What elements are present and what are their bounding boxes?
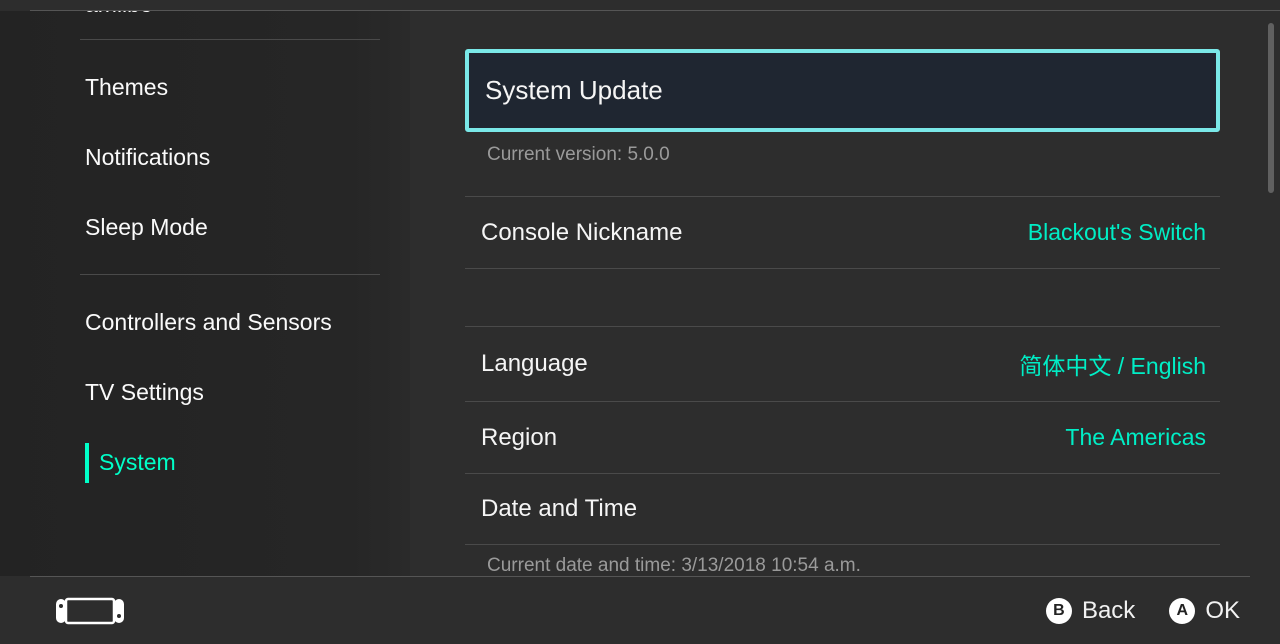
sidebar-item-sleep-mode[interactable]: Sleep Mode — [85, 192, 380, 262]
sidebar-item-label: Themes — [85, 74, 168, 101]
b-button-icon: B — [1046, 598, 1072, 624]
row-value: 简体中文 / English — [1019, 347, 1206, 381]
sidebar-item-label: System — [85, 449, 176, 476]
footer-hints: B Back A OK — [1046, 597, 1240, 625]
sidebar-item-label: Notifications — [85, 144, 210, 171]
settings-sidebar: amiibo Themes Notifications Sleep Mode C… — [0, 11, 410, 576]
row-label: Language — [481, 350, 588, 378]
footer-bar: B Back A OK — [30, 576, 1250, 644]
row-language[interactable]: Language 简体中文 / English — [465, 326, 1220, 401]
settings-content: System Update Current version: 5.0.0 Con… — [410, 11, 1280, 576]
back-label: Back — [1082, 597, 1135, 625]
row-value: The Americas — [1065, 424, 1206, 451]
sidebar-item-notifications[interactable]: Notifications — [85, 122, 380, 192]
system-update-button[interactable]: System Update — [465, 49, 1220, 132]
main-container: amiibo Themes Notifications Sleep Mode C… — [0, 11, 1280, 576]
current-version-caption: Current version: 5.0.0 — [465, 132, 1220, 196]
sidebar-item-themes[interactable]: Themes — [85, 52, 380, 122]
sidebar-item-controllers[interactable]: Controllers and Sensors — [85, 287, 380, 357]
system-update-label: System Update — [485, 75, 663, 105]
controller-icon — [54, 596, 126, 626]
row-label: Region — [481, 424, 557, 452]
sidebar-item-label: Sleep Mode — [85, 214, 208, 241]
sidebar-divider — [80, 274, 380, 275]
sidebar-item-label: amiibo — [85, 11, 153, 18]
row-label: Date and Time — [481, 495, 637, 523]
row-value: Blackout's Switch — [1028, 219, 1206, 246]
row-date-time[interactable]: Date and Time — [465, 473, 1220, 545]
row-region[interactable]: Region The Americas — [465, 401, 1220, 473]
ok-label: OK — [1205, 597, 1240, 625]
row-console-nickname[interactable]: Console Nickname Blackout's Switch — [465, 196, 1220, 268]
row-label: Console Nickname — [481, 219, 682, 247]
current-datetime-caption: Current date and time: 3/13/2018 10:54 a… — [465, 545, 1220, 576]
sidebar-item-label: Controllers and Sensors — [85, 309, 332, 336]
sidebar-item-system[interactable]: System — [85, 427, 380, 497]
sidebar-item-label: TV Settings — [85, 379, 204, 406]
sidebar-item-tv-settings[interactable]: TV Settings — [85, 357, 380, 427]
sidebar-item-amiibo[interactable]: amiibo — [85, 11, 380, 27]
section-gap — [465, 268, 1220, 326]
back-hint[interactable]: B Back — [1046, 597, 1135, 625]
scrollbar-thumb[interactable] — [1268, 23, 1274, 193]
sidebar-divider — [80, 39, 380, 40]
top-divider — [30, 0, 1280, 11]
ok-hint[interactable]: A OK — [1169, 597, 1240, 625]
a-button-icon: A — [1169, 598, 1195, 624]
